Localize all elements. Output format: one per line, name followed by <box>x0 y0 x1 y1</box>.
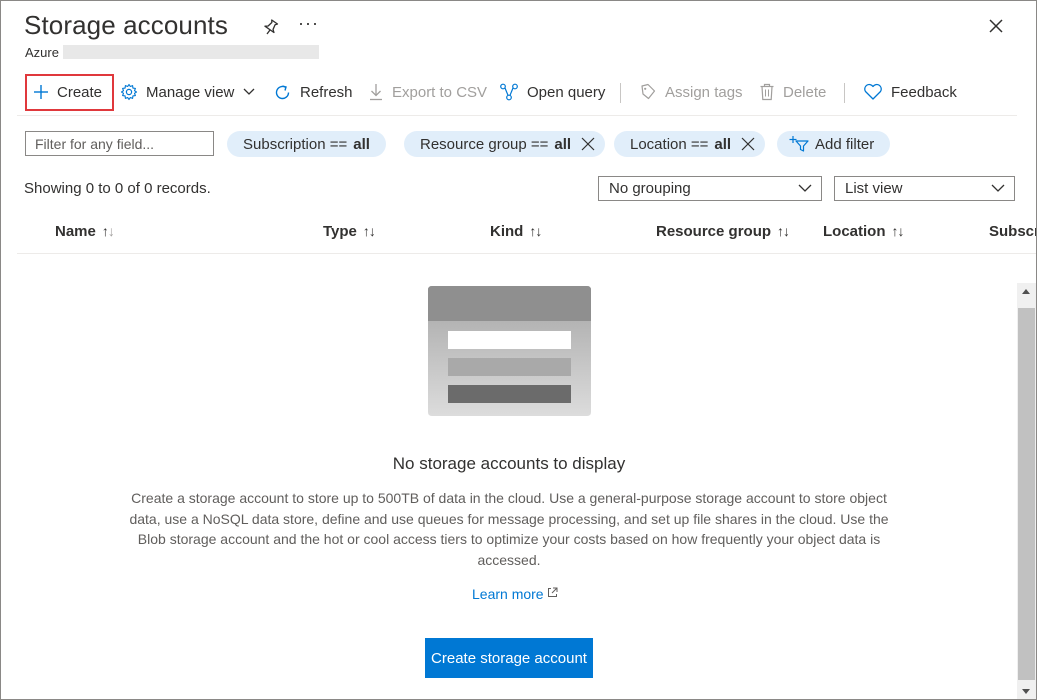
column-header-name[interactable]: Name ↑↓ <box>55 223 115 240</box>
column-header-location[interactable]: Location ↑↓ <box>823 223 905 240</box>
delete-button[interactable]: Delete <box>759 73 826 111</box>
manage-view-label: Manage view <box>146 83 235 101</box>
column-header-label: Type <box>323 223 357 240</box>
resource-group-filter-label: Resource group == <box>420 135 549 153</box>
column-header-type[interactable]: Type ↑↓ <box>323 223 376 240</box>
trash-icon <box>760 83 774 101</box>
add-filter-icon <box>789 136 809 152</box>
column-header-resource-group[interactable]: Resource group ↑↓ <box>656 223 790 240</box>
filter-input[interactable]: Filter for any field... <box>25 131 214 156</box>
chevron-down-icon <box>243 88 255 95</box>
page-subtitle: Azure <box>25 45 59 60</box>
resource-group-filter-pill[interactable]: Resource group == all <box>404 131 606 157</box>
redacted-directory <box>63 45 319 59</box>
subscription-filter-label: Subscription == <box>243 135 348 153</box>
heart-icon <box>864 83 882 100</box>
sort-icon: ↑↓ <box>362 223 376 239</box>
resource-group-filter-value: all <box>554 135 572 153</box>
plus-icon <box>34 85 48 99</box>
feedback-button[interactable]: Feedback <box>863 73 957 111</box>
more-icon[interactable]: ··· <box>298 13 319 34</box>
create-label: Create <box>57 83 103 101</box>
close-icon[interactable] <box>985 15 1007 37</box>
column-header-label: Location <box>823 223 886 240</box>
column-header-kind[interactable]: Kind ↑↓ <box>490 223 542 240</box>
create-storage-account-button[interactable]: Create storage account <box>425 638 593 678</box>
command-bar: Create Manage view Refresh Export to CSV <box>17 73 1017 116</box>
tag-icon <box>641 83 656 100</box>
subscription-filter-pill[interactable]: Subscription == all <box>227 131 386 157</box>
page-title: Storage accounts <box>24 10 228 40</box>
scroll-down-arrow-icon[interactable] <box>1022 689 1030 694</box>
grouping-dropdown[interactable]: No grouping <box>598 176 822 201</box>
column-header-label: Name <box>55 223 96 240</box>
refresh-icon <box>275 84 290 99</box>
subscription-filter-value: all <box>353 135 370 153</box>
export-csv-button[interactable]: Export to CSV <box>368 73 487 111</box>
column-header-label: Resource group <box>656 223 772 240</box>
add-filter-label: Add filter <box>815 135 875 153</box>
chevron-down-icon <box>991 184 1005 192</box>
toolbar-divider <box>620 83 621 103</box>
delete-label: Delete <box>783 83 827 101</box>
open-query-label: Open query <box>527 83 606 101</box>
empty-state-description: Create a storage account to store up to … <box>129 490 889 568</box>
scrollbar-thumb[interactable] <box>1018 308 1035 680</box>
toolbar-divider <box>844 83 845 103</box>
location-filter-value: all <box>714 135 732 153</box>
column-header-subscription[interactable]: Subscri <box>989 223 1036 240</box>
learn-more-label: Learn more <box>472 586 544 602</box>
dismiss-icon[interactable] <box>581 137 595 151</box>
gear-icon <box>120 83 138 101</box>
dismiss-icon[interactable] <box>741 137 755 151</box>
add-filter-button[interactable]: Add filter <box>777 131 891 157</box>
scroll-up-arrow-icon[interactable] <box>1022 289 1030 294</box>
sort-icon: ↑↓ <box>891 223 905 239</box>
feedback-label: Feedback <box>891 83 957 101</box>
learn-more-link[interactable]: Learn more <box>472 586 558 602</box>
record-count: Showing 0 to 0 of 0 records. <box>24 180 211 197</box>
assign-tags-button[interactable]: Assign tags <box>639 73 743 111</box>
sort-icon: ↑↓ <box>529 223 542 239</box>
sort-icon: ↑↓ <box>101 223 115 239</box>
header-divider <box>17 253 1036 254</box>
storage-accounts-blade: Storage accounts ··· Azure Create Manage… <box>0 0 1037 700</box>
chevron-down-icon <box>798 184 812 192</box>
refresh-button[interactable]: Refresh <box>273 73 353 111</box>
query-icon <box>500 83 518 101</box>
column-header-label: Subscri <box>989 223 1036 240</box>
view-mode-selected: List view <box>845 180 903 197</box>
grouping-selected: No grouping <box>609 180 691 197</box>
location-filter-pill[interactable]: Location == all <box>614 131 766 157</box>
download-icon <box>370 84 382 101</box>
column-header-label: Kind <box>490 223 524 240</box>
pin-icon[interactable] <box>261 19 281 37</box>
open-query-button[interactable]: Open query <box>499 73 605 111</box>
refresh-label: Refresh <box>300 83 353 101</box>
sort-icon: ↑↓ <box>777 223 790 239</box>
external-link-icon <box>548 587 558 597</box>
view-mode-dropdown[interactable]: List view <box>834 176 1015 201</box>
create-button[interactable]: Create <box>33 73 102 111</box>
export-csv-label: Export to CSV <box>392 83 488 101</box>
location-filter-label: Location == <box>630 135 709 153</box>
empty-state-title: No storage accounts to display <box>392 454 626 473</box>
assign-tags-label: Assign tags <box>665 83 743 101</box>
storage-illustration <box>428 286 591 416</box>
manage-view-button[interactable]: Manage view <box>120 73 256 111</box>
